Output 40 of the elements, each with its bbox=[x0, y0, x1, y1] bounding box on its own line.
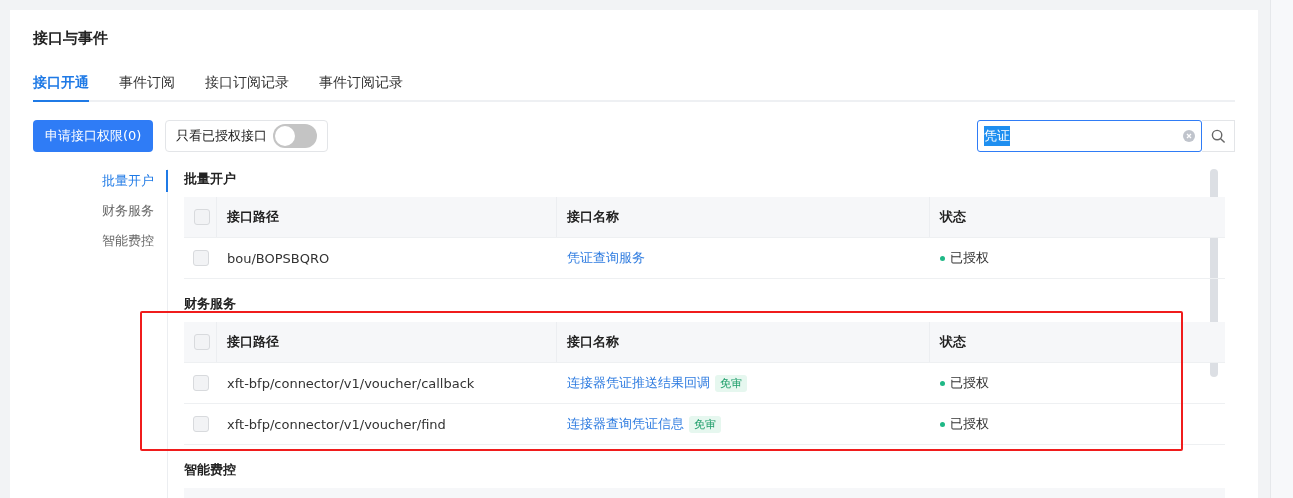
tab[interactable]: 接口开通 bbox=[33, 74, 89, 102]
checkbox[interactable] bbox=[194, 209, 210, 225]
api-name-link[interactable]: 连接器查询凭证信息 bbox=[567, 415, 684, 433]
column-header: 接口路径 bbox=[217, 322, 557, 362]
toggle-label: 只看已授权接口 bbox=[176, 127, 268, 145]
nav-item[interactable]: 批量开户 bbox=[102, 170, 168, 192]
table-cell: xft-bfp/connector/v1/voucher/find bbox=[227, 416, 446, 432]
tab[interactable]: 事件订阅 bbox=[119, 74, 175, 102]
column-header: 接口名称 bbox=[557, 322, 930, 362]
section-title: 智能费控 bbox=[184, 461, 237, 479]
column-header: 状态 bbox=[938, 333, 967, 351]
page-title: 接口与事件 bbox=[33, 28, 109, 48]
nav-item[interactable]: 财务服务 bbox=[102, 200, 168, 222]
checkbox[interactable] bbox=[192, 375, 209, 391]
clear-icon[interactable] bbox=[1183, 130, 1195, 142]
tag: 免审 bbox=[689, 415, 721, 433]
search-icon bbox=[1210, 128, 1226, 144]
status-text: 已授权 bbox=[950, 415, 989, 433]
apply-button[interactable]: 申请接口权限(0) bbox=[33, 120, 154, 152]
status-text: 已授权 bbox=[950, 249, 989, 267]
checkbox[interactable] bbox=[194, 334, 210, 350]
column-header: 状态 bbox=[938, 208, 967, 226]
table-cell: bou/BOPSBQRO bbox=[227, 250, 330, 266]
api-name-link[interactable]: 凭证查询服务 bbox=[567, 249, 645, 267]
search-button[interactable] bbox=[1202, 120, 1235, 152]
table-cell: xft-bfp/connector/v1/voucher/callback bbox=[227, 375, 475, 391]
section-title: 财务服务 bbox=[184, 295, 237, 313]
status-text: 已授权 bbox=[950, 374, 989, 392]
column-header: 接口名称 bbox=[557, 197, 930, 237]
checkbox[interactable] bbox=[192, 250, 209, 266]
toggle-switch[interactable] bbox=[273, 124, 318, 148]
column-header: 接口路径 bbox=[217, 197, 557, 237]
tab[interactable]: 事件订阅记录 bbox=[319, 74, 403, 102]
tab[interactable]: 接口订阅记录 bbox=[205, 74, 289, 102]
api-name-link[interactable]: 连接器凭证推送结果回调 bbox=[567, 374, 710, 392]
search-field[interactable]: 凭证 bbox=[977, 120, 1202, 152]
nav-item[interactable]: 智能费控 bbox=[102, 230, 168, 252]
tag: 免审 bbox=[715, 374, 747, 392]
section-title: 批量开户 bbox=[184, 170, 237, 188]
checkbox[interactable] bbox=[192, 416, 209, 432]
